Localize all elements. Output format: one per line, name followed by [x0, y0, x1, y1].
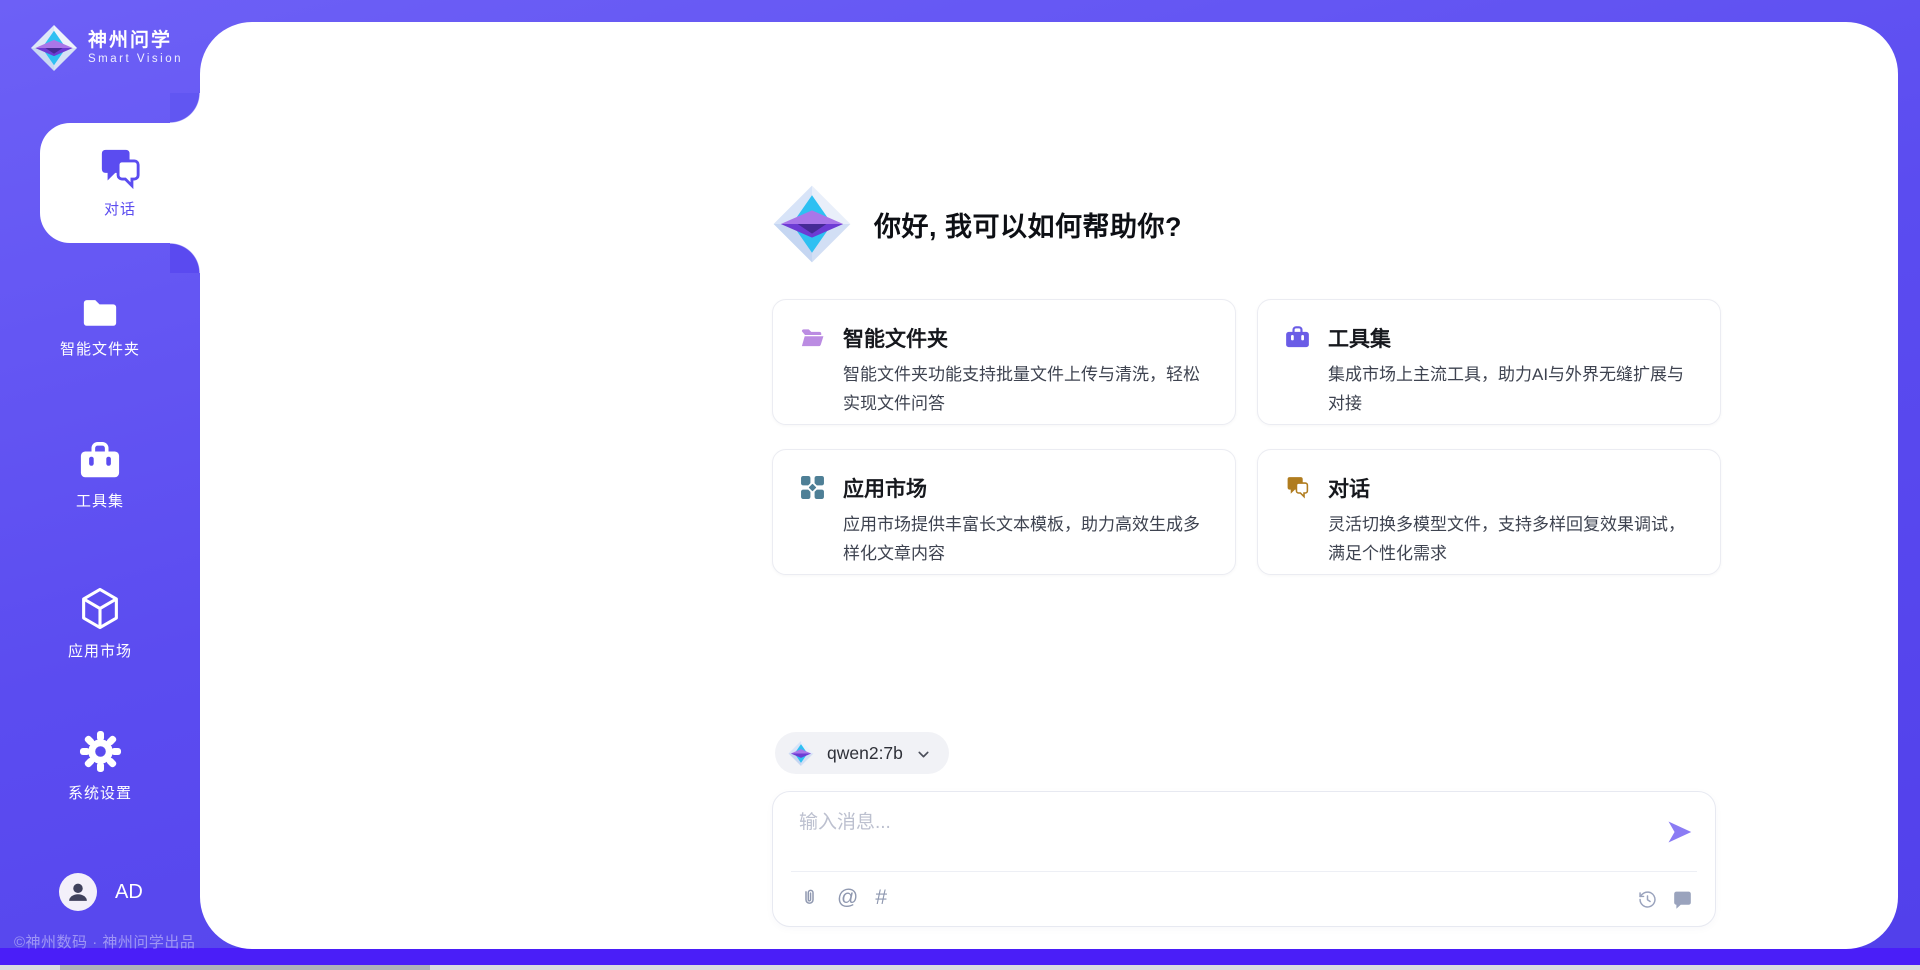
sidebar-item-label: 应用市场 [68, 640, 132, 661]
person-icon [64, 878, 92, 906]
folder-open-icon [800, 325, 825, 350]
model-selector[interactable]: qwen2:7b [775, 732, 949, 774]
card-description: 智能文件夹功能支持批量文件上传与清洗，轻松实现文件问答 [843, 360, 1211, 418]
composer-divider [791, 871, 1697, 872]
message-input[interactable] [799, 807, 1639, 863]
brand: 神州问学 Smart Vision [30, 24, 183, 72]
card-title: 智能文件夹 [843, 323, 1207, 353]
card-toolset[interactable]: 工具集 集成市场上主流工具，助力AI与外界无缝扩展与对接 [1257, 299, 1721, 425]
sidebar-item-chat[interactable]: 对话 [40, 123, 200, 243]
card-title: 对话 [1328, 473, 1692, 503]
paperclip-icon[interactable] [799, 887, 820, 908]
greeting-logo-icon [772, 182, 852, 266]
cube-icon [80, 586, 120, 631]
brand-name: 神州问学 [88, 30, 183, 52]
card-smart-folder[interactable]: 智能文件夹 智能文件夹功能支持批量文件上传与清洗，轻松实现文件问答 [772, 299, 1236, 425]
chat-icon [97, 148, 143, 190]
sidebar-item-label: 对话 [104, 198, 136, 219]
message-composer: @ # [772, 791, 1716, 927]
sidebar-item-app-market[interactable]: 应用市场 [0, 586, 200, 661]
sidebar-item-label: 系统设置 [68, 782, 132, 803]
brand-text: 神州问学 Smart Vision [88, 30, 183, 67]
card-description: 集成市场上主流工具，助力AI与外界无缝扩展与对接 [1328, 360, 1696, 418]
greeting: 你好, 我可以如何帮助你? [772, 182, 1182, 266]
history-icon[interactable] [1637, 889, 1658, 910]
comment-icon[interactable] [1672, 889, 1693, 910]
card-title: 工具集 [1328, 323, 1692, 353]
hash-icon[interactable]: # [875, 887, 887, 908]
feature-cards: 智能文件夹 智能文件夹功能支持批量文件上传与清洗，轻松实现文件问答 工具集 集成… [772, 299, 1721, 575]
brand-subtitle: Smart Vision [88, 52, 183, 67]
brand-logo-icon [30, 24, 78, 72]
sidebar-item-settings[interactable]: 系统设置 [0, 730, 200, 803]
card-title: 应用市场 [843, 473, 1207, 503]
sidebar-item-smart-folder[interactable]: 智能文件夹 [0, 296, 200, 359]
app-background: 神州问学 Smart Vision 对话 智能文件夹 [0, 0, 1920, 948]
grid-icon [800, 475, 825, 500]
toolbox-icon [1285, 325, 1310, 350]
composer-left-tools: @ # [799, 887, 887, 908]
toolbox-icon [79, 441, 121, 481]
main-panel: 你好, 我可以如何帮助你? 智能文件夹 智能文件夹功能支持批量文件上传与清洗，轻… [200, 22, 1898, 949]
chat-icon [1285, 475, 1310, 500]
at-icon[interactable]: @ [837, 887, 858, 908]
scrollbar-thumb[interactable] [60, 965, 430, 970]
gear-icon [79, 730, 122, 773]
card-description: 应用市场提供丰富长文本模板，助力高效生成多样化文章内容 [843, 510, 1211, 568]
horizontal-scrollbar[interactable] [0, 965, 1920, 970]
composer-right-tools [1637, 889, 1693, 910]
avatar [59, 873, 97, 911]
sidebar-item-label: 工具集 [76, 490, 124, 511]
page-root: 神州问学 Smart Vision 对话 智能文件夹 [0, 0, 1920, 970]
sidebar-item-label: 智能文件夹 [60, 338, 140, 359]
user-profile[interactable]: AD [59, 873, 143, 911]
chevron-down-icon [916, 745, 931, 762]
greeting-text: 你好, 我可以如何帮助你? [874, 205, 1182, 244]
model-name: qwen2:7b [827, 743, 903, 764]
folder-icon [81, 296, 119, 329]
card-chat[interactable]: 对话 灵活切换多模型文件，支持多样回复效果调试，满足个性化需求 [1257, 449, 1721, 575]
send-icon[interactable] [1665, 818, 1693, 846]
copyright-footer: ©神州数码 · 神州问学出品 [14, 931, 195, 952]
card-description: 灵活切换多模型文件，支持多样回复效果调试，满足个性化需求 [1328, 510, 1696, 568]
card-app-market[interactable]: 应用市场 应用市场提供丰富长文本模板，助力高效生成多样化文章内容 [772, 449, 1236, 575]
model-logo-icon [788, 740, 814, 767]
sidebar-item-toolset[interactable]: 工具集 [0, 441, 200, 511]
user-initials: AD [115, 881, 143, 904]
